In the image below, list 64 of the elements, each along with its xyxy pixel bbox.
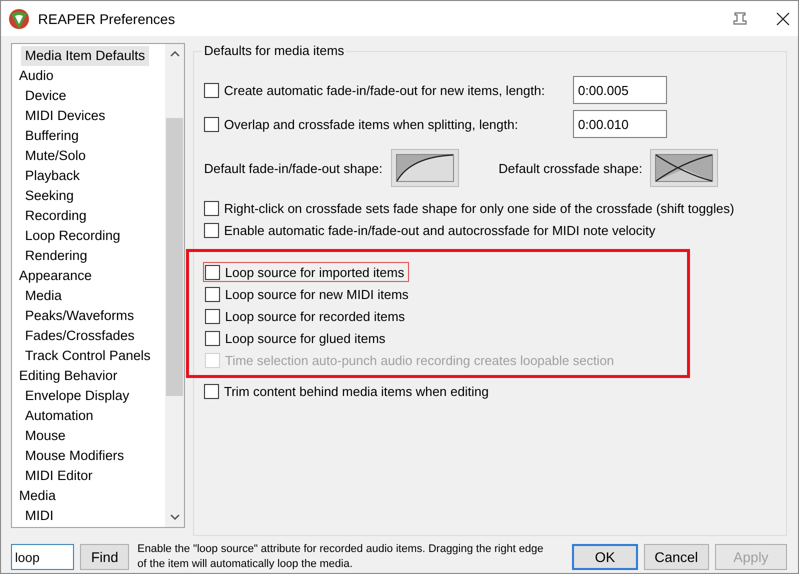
tree-item[interactable]: Recording — [21, 206, 91, 226]
option-label: Loop source for imported items — [225, 264, 404, 280]
dialog-button[interactable]: Cancel — [644, 544, 709, 570]
length-field[interactable]: 0:00.005 — [573, 76, 667, 104]
checkbox[interactable] — [205, 286, 220, 302]
shape-label: Default fade-in/fade-out shape: — [204, 160, 383, 176]
tree-item[interactable]: Automation — [21, 406, 98, 426]
tree-item[interactable]: Media — [15, 486, 60, 506]
tree-item[interactable]: Editing Behavior — [15, 366, 122, 386]
tree-item[interactable]: Seeking — [21, 186, 78, 206]
scroll-up-icon[interactable] — [170, 50, 180, 58]
group-title: Defaults for media items — [202, 43, 346, 58]
tree-item[interactable]: Mute/Solo — [21, 146, 90, 166]
tree-item[interactable]: Buffering — [21, 126, 83, 146]
fade-curve-icon — [396, 154, 454, 182]
checkbox[interactable] — [205, 264, 220, 280]
tree-item[interactable]: Playback — [21, 166, 84, 186]
window-title: REAPER Preferences — [38, 10, 176, 26]
checkbox[interactable] — [205, 330, 220, 346]
option-label: Enable automatic fade-in/fade-out and autocrossfade for MIDI note velocity — [224, 222, 656, 238]
tree-item[interactable]: MIDI Editor — [21, 466, 97, 486]
option-label: Time selection auto-punch audio recording creates loopable section — [225, 352, 614, 368]
tree-item[interactable]: Track Control Panels — [21, 346, 155, 366]
tree-item[interactable]: Mouse Modifiers — [21, 446, 128, 466]
checkbox[interactable] — [204, 384, 219, 398]
tree-item[interactable]: Rendering — [21, 246, 92, 266]
app-logo-icon — [8, 8, 30, 30]
checkbox[interactable] — [204, 222, 219, 238]
tree-item[interactable]: MIDI — [21, 506, 58, 526]
option-label: Loop source for new MIDI items — [225, 286, 409, 302]
tree-item[interactable]: Media Item Defaults — [21, 46, 150, 66]
option-label: Right-click on crossfade sets fade shape for only one side of the crossfade (shift toggles) — [224, 200, 734, 216]
scroll-down-icon[interactable] — [170, 513, 180, 521]
checkbox[interactable] — [204, 200, 219, 216]
tree-item[interactable]: Loop Recording — [21, 226, 124, 246]
tree-item[interactable]: Envelope Display — [21, 386, 134, 406]
close-icon[interactable] — [776, 12, 790, 26]
option-label: Loop source for glued items — [225, 330, 386, 346]
help-text: Enable the "loop source" attribute for recorded audio items. Dragging the right edge of the item will automatically loop the media. — [137, 542, 544, 572]
scrollbar-thumb[interactable] — [166, 118, 183, 396]
tree-item[interactable]: Peaks/Waveforms — [21, 306, 138, 326]
length-field[interactable]: 0:00.010 — [573, 110, 667, 138]
option-label: Create automatic fade-in/fade-out for new items, length: — [224, 82, 546, 98]
checkbox[interactable] — [204, 116, 219, 132]
tree-item[interactable]: Audio — [15, 66, 58, 86]
search-field[interactable]: loop — [11, 544, 74, 570]
tree-item[interactable]: Device — [21, 86, 70, 106]
tree-item[interactable]: Fades/Crossfades — [21, 326, 139, 346]
checkbox[interactable] — [205, 308, 220, 324]
tree-item[interactable]: MIDI Devices — [21, 106, 110, 126]
tree-item[interactable]: Media — [21, 286, 66, 306]
pin-icon[interactable] — [732, 12, 748, 26]
option-label: Overlap and crossfade items when splitting, length: — [224, 116, 520, 132]
option-label: Trim content behind media items when editing — [224, 384, 489, 398]
crossfade-curve-icon — [655, 154, 714, 182]
tree-item[interactable]: Mouse — [21, 426, 70, 446]
shape-label: Default crossfade shape: — [498, 160, 642, 176]
dialog-button[interactable]: OK — [572, 544, 638, 570]
checkbox[interactable] — [204, 82, 219, 98]
shape-button[interactable] — [650, 149, 718, 187]
find-button[interactable]: Find — [80, 544, 130, 570]
option-label: Loop source for recorded items — [225, 308, 405, 324]
shape-button[interactable] — [390, 149, 459, 187]
tree-item[interactable]: Appearance — [15, 266, 96, 286]
